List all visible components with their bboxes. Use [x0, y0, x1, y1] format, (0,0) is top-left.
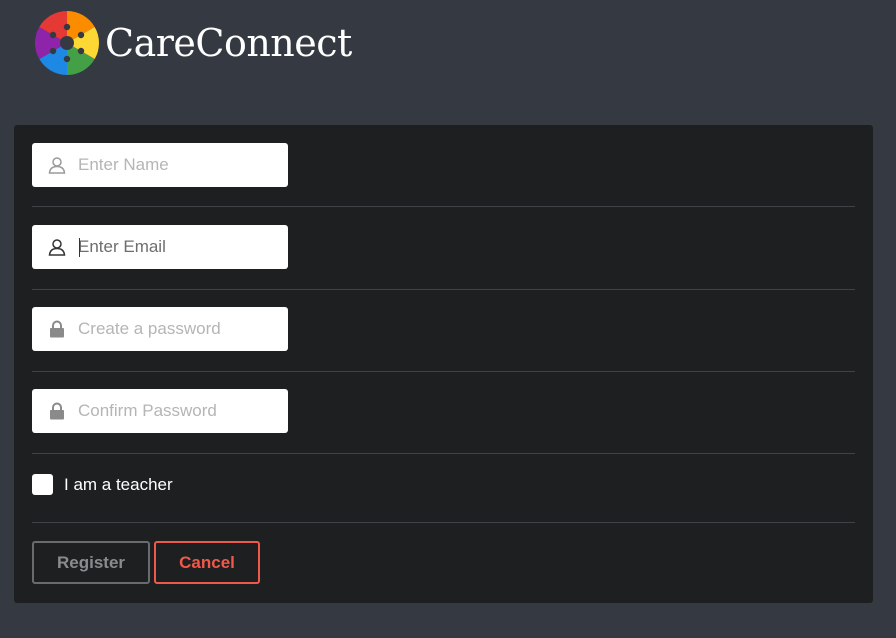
divider	[32, 453, 855, 454]
teacher-checkbox-label[interactable]: I am a teacher	[64, 475, 173, 495]
divider	[32, 371, 855, 372]
divider	[32, 289, 855, 290]
brand-name: CareConnect	[105, 21, 352, 65]
email-input[interactable]	[78, 237, 268, 257]
password-input[interactable]	[78, 319, 268, 339]
user-icon	[47, 237, 67, 257]
confirm-password-input[interactable]	[78, 401, 268, 421]
lock-icon	[47, 319, 67, 339]
confirm-password-field[interactable]	[32, 389, 288, 433]
divider	[32, 522, 855, 523]
lock-icon	[47, 401, 67, 421]
divider	[32, 206, 855, 207]
registration-card: I am a teacher Register Cancel	[14, 125, 873, 603]
teacher-checkbox[interactable]	[32, 474, 53, 495]
header: CareConnect	[33, 10, 352, 76]
logo-icon	[35, 11, 99, 75]
cancel-button[interactable]: Cancel	[154, 541, 260, 584]
register-button[interactable]: Register	[32, 541, 150, 584]
password-field[interactable]	[32, 307, 288, 351]
name-field[interactable]	[32, 143, 288, 187]
text-caret	[79, 238, 80, 257]
user-icon	[47, 155, 67, 175]
teacher-checkbox-row[interactable]: I am a teacher	[32, 474, 173, 495]
name-input[interactable]	[78, 155, 268, 175]
email-field[interactable]	[32, 225, 288, 269]
